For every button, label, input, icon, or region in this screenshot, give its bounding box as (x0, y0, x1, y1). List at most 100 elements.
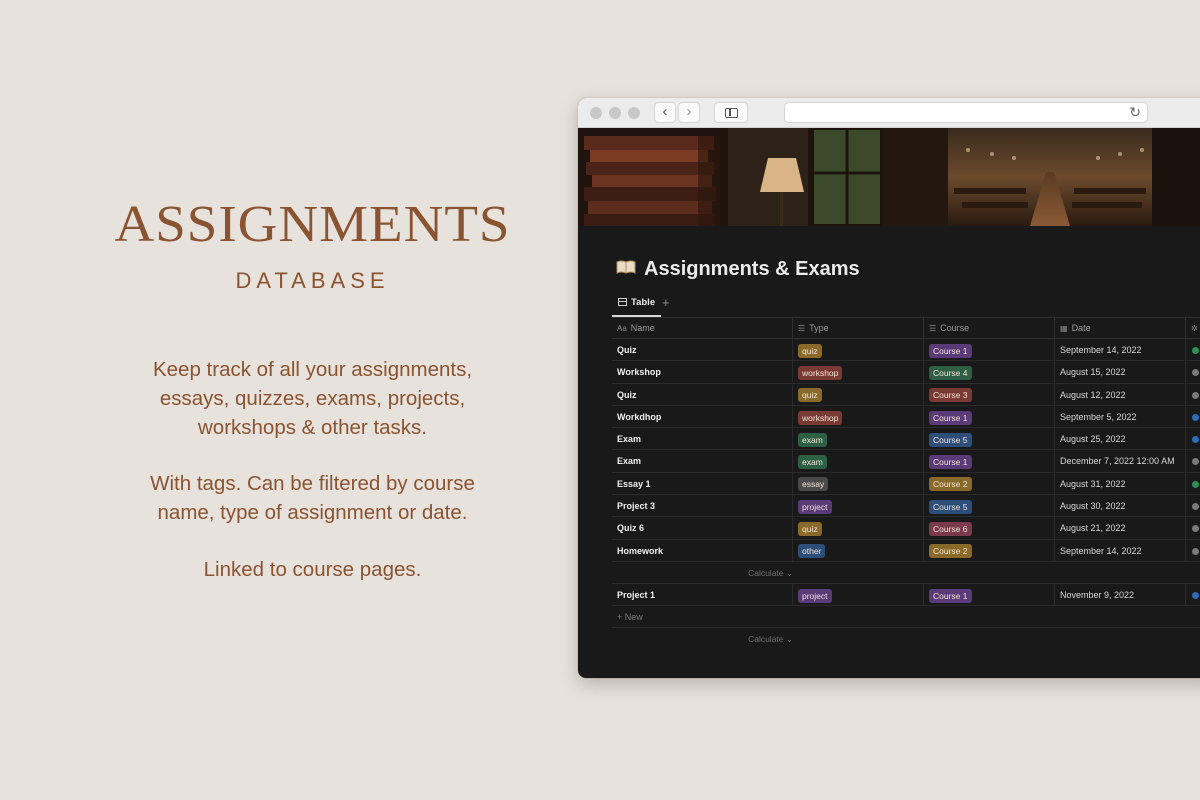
cell-course[interactable]: Course 1 (924, 450, 1055, 473)
tab-table[interactable]: Table (612, 293, 662, 317)
cell-date[interactable]: August 30, 2022 (1055, 495, 1186, 518)
cell-date[interactable]: December 7, 2022 12:00 AM (1055, 450, 1186, 473)
cell-type[interactable]: project (793, 495, 924, 518)
zoom-window-button[interactable] (628, 107, 640, 119)
cell-name[interactable]: Quiz 6 (612, 517, 793, 540)
cell-date[interactable]: September 14, 2022 (1055, 539, 1186, 562)
cell-status[interactable] (1186, 584, 1200, 606)
cell-date[interactable]: November 9, 2022 (1055, 583, 1186, 606)
calculate-button[interactable]: Calculate ⌄ (742, 562, 793, 584)
type-tag: quiz (798, 522, 822, 536)
type-tag: quiz (798, 343, 822, 358)
course-tag: Course 4 (929, 365, 972, 380)
cell-name[interactable]: Essay 1 (612, 472, 793, 495)
close-window-button[interactable] (590, 107, 602, 119)
table-row[interactable]: Project 1 project Course 1 November 9, 2022 (612, 583, 1200, 607)
cell-name[interactable]: Quiz (612, 339, 793, 361)
table-row[interactable]: Workshop workshop Course 4 August 15, 2022 (612, 361, 1200, 384)
cell-type[interactable]: quiz (793, 517, 924, 540)
table-row[interactable]: Essay 1 essay Course 2 August 31, 2022 (612, 472, 1200, 496)
list-property-icon: ☰ (929, 324, 937, 333)
sidebar-toggle-button[interactable] (714, 102, 748, 123)
cell-date[interactable]: August 12, 2022 (1055, 383, 1186, 406)
cell-type[interactable]: quiz (793, 383, 924, 406)
cell-course[interactable]: Course 4 (924, 361, 1055, 384)
new-row-button[interactable]: + New (612, 606, 1200, 629)
cell-course[interactable]: Course 3 (924, 383, 1055, 406)
column-header-date[interactable]: ▦ Date (1055, 318, 1186, 339)
cell-course[interactable]: Course 2 (924, 539, 1055, 562)
cell-name[interactable]: Exam (612, 428, 793, 451)
table-row[interactable]: Quiz 6 quiz Course 6 August 21, 2022 (612, 517, 1200, 540)
cell-date[interactable]: August 15, 2022 (1055, 361, 1186, 384)
open-book-icon (616, 258, 638, 281)
cell-status[interactable] (1186, 517, 1200, 539)
type-tag: project (798, 499, 832, 514)
status-property-icon: ✲ (1191, 324, 1198, 333)
reload-icon[interactable]: ↻ (1129, 103, 1141, 122)
table-icon (618, 298, 627, 306)
cell-type[interactable]: other (793, 539, 924, 562)
cell-course[interactable]: Course 1 (924, 583, 1055, 606)
cell-date[interactable]: August 21, 2022 (1055, 517, 1186, 540)
table-row[interactable]: Quiz quiz Course 3 August 12, 2022 (612, 383, 1200, 406)
promo-paragraph-3: Linked to course pages. (0, 555, 625, 584)
cell-status[interactable] (1186, 450, 1200, 472)
cell-date[interactable]: August 31, 2022 (1055, 472, 1186, 495)
table-row[interactable]: Homework other Course 2 September 14, 2022 (612, 539, 1200, 562)
cell-name[interactable]: Homework (612, 539, 793, 562)
cell-status[interactable] (1186, 384, 1200, 406)
column-header-course[interactable]: ☰ Course (924, 318, 1055, 339)
cell-status[interactable] (1186, 361, 1200, 383)
forward-button[interactable]: › (678, 102, 700, 123)
cell-type[interactable]: exam (793, 450, 924, 473)
table-row[interactable]: Exam exam Course 1 December 7, 2022 12:00 A… (612, 450, 1200, 473)
cell-type[interactable]: workshop (793, 405, 924, 428)
address-bar[interactable]: ↻ (784, 102, 1148, 123)
cell-course[interactable]: Course 1 (924, 339, 1055, 361)
cell-course[interactable]: Course 6 (924, 517, 1055, 540)
cell-name[interactable]: Exam (612, 450, 793, 473)
cell-name[interactable]: Workshop (612, 361, 793, 384)
column-header-type[interactable]: ☰ Type (793, 318, 924, 339)
back-button[interactable]: ‹ (654, 102, 676, 123)
calculate-button[interactable]: Calculate ⌄ (742, 628, 793, 650)
cell-type[interactable]: project (793, 583, 924, 606)
table-row[interactable]: Exam exam Course 5 August 25, 2022 (612, 428, 1200, 451)
course-tag: Course 1 (929, 343, 972, 358)
cell-type[interactable]: quiz (793, 339, 924, 361)
cell-status[interactable] (1186, 406, 1200, 428)
cell-name[interactable]: Project 1 (612, 583, 793, 606)
table-row[interactable]: Project 3 project Course 5 August 30, 2022 (612, 495, 1200, 518)
cell-type[interactable]: essay (793, 472, 924, 495)
cell-date[interactable]: August 25, 2022 (1055, 428, 1186, 451)
cell-type[interactable]: exam (793, 428, 924, 451)
add-view-button[interactable]: + (662, 295, 670, 310)
cell-type[interactable]: workshop (793, 361, 924, 384)
table-row[interactable]: Quiz quiz Course 1 September 14, 2022 (612, 339, 1200, 362)
cell-name[interactable]: Project 3 (612, 495, 793, 518)
cell-name[interactable]: Workdhop (612, 405, 793, 428)
cell-course[interactable]: Course 5 (924, 495, 1055, 518)
chevron-left-icon: ‹ (662, 103, 668, 120)
course-tag: Course 5 (929, 432, 972, 447)
sidebar-icon (725, 108, 738, 118)
cell-date[interactable]: September 14, 2022 (1055, 339, 1186, 361)
assignments-table: Aa Name ☰ Type ☰ Course ▦ Date ✲ Quiz quiz Cou… (612, 317, 1200, 650)
cell-date[interactable]: September 5, 2022 (1055, 405, 1186, 428)
cell-course[interactable]: Course 1 (924, 405, 1055, 428)
page-title-text: Assignments & Exams (644, 258, 860, 280)
cell-course[interactable]: Course 2 (924, 472, 1055, 495)
cell-status[interactable] (1186, 495, 1200, 517)
promo-line: Linked to course pages. (203, 558, 422, 581)
cell-status[interactable] (1186, 339, 1200, 361)
cell-course[interactable]: Course 5 (924, 428, 1055, 451)
minimize-window-button[interactable] (609, 107, 621, 119)
column-header-status[interactable]: ✲ (1186, 318, 1200, 339)
cell-name[interactable]: Quiz (612, 383, 793, 406)
cell-status[interactable] (1186, 428, 1200, 450)
cell-status[interactable] (1186, 540, 1200, 562)
cell-status[interactable] (1186, 473, 1200, 495)
table-row[interactable]: Workdhop workshop Course 1 September 5, 202… (612, 405, 1200, 429)
column-header-name[interactable]: Aa Name (612, 318, 793, 339)
